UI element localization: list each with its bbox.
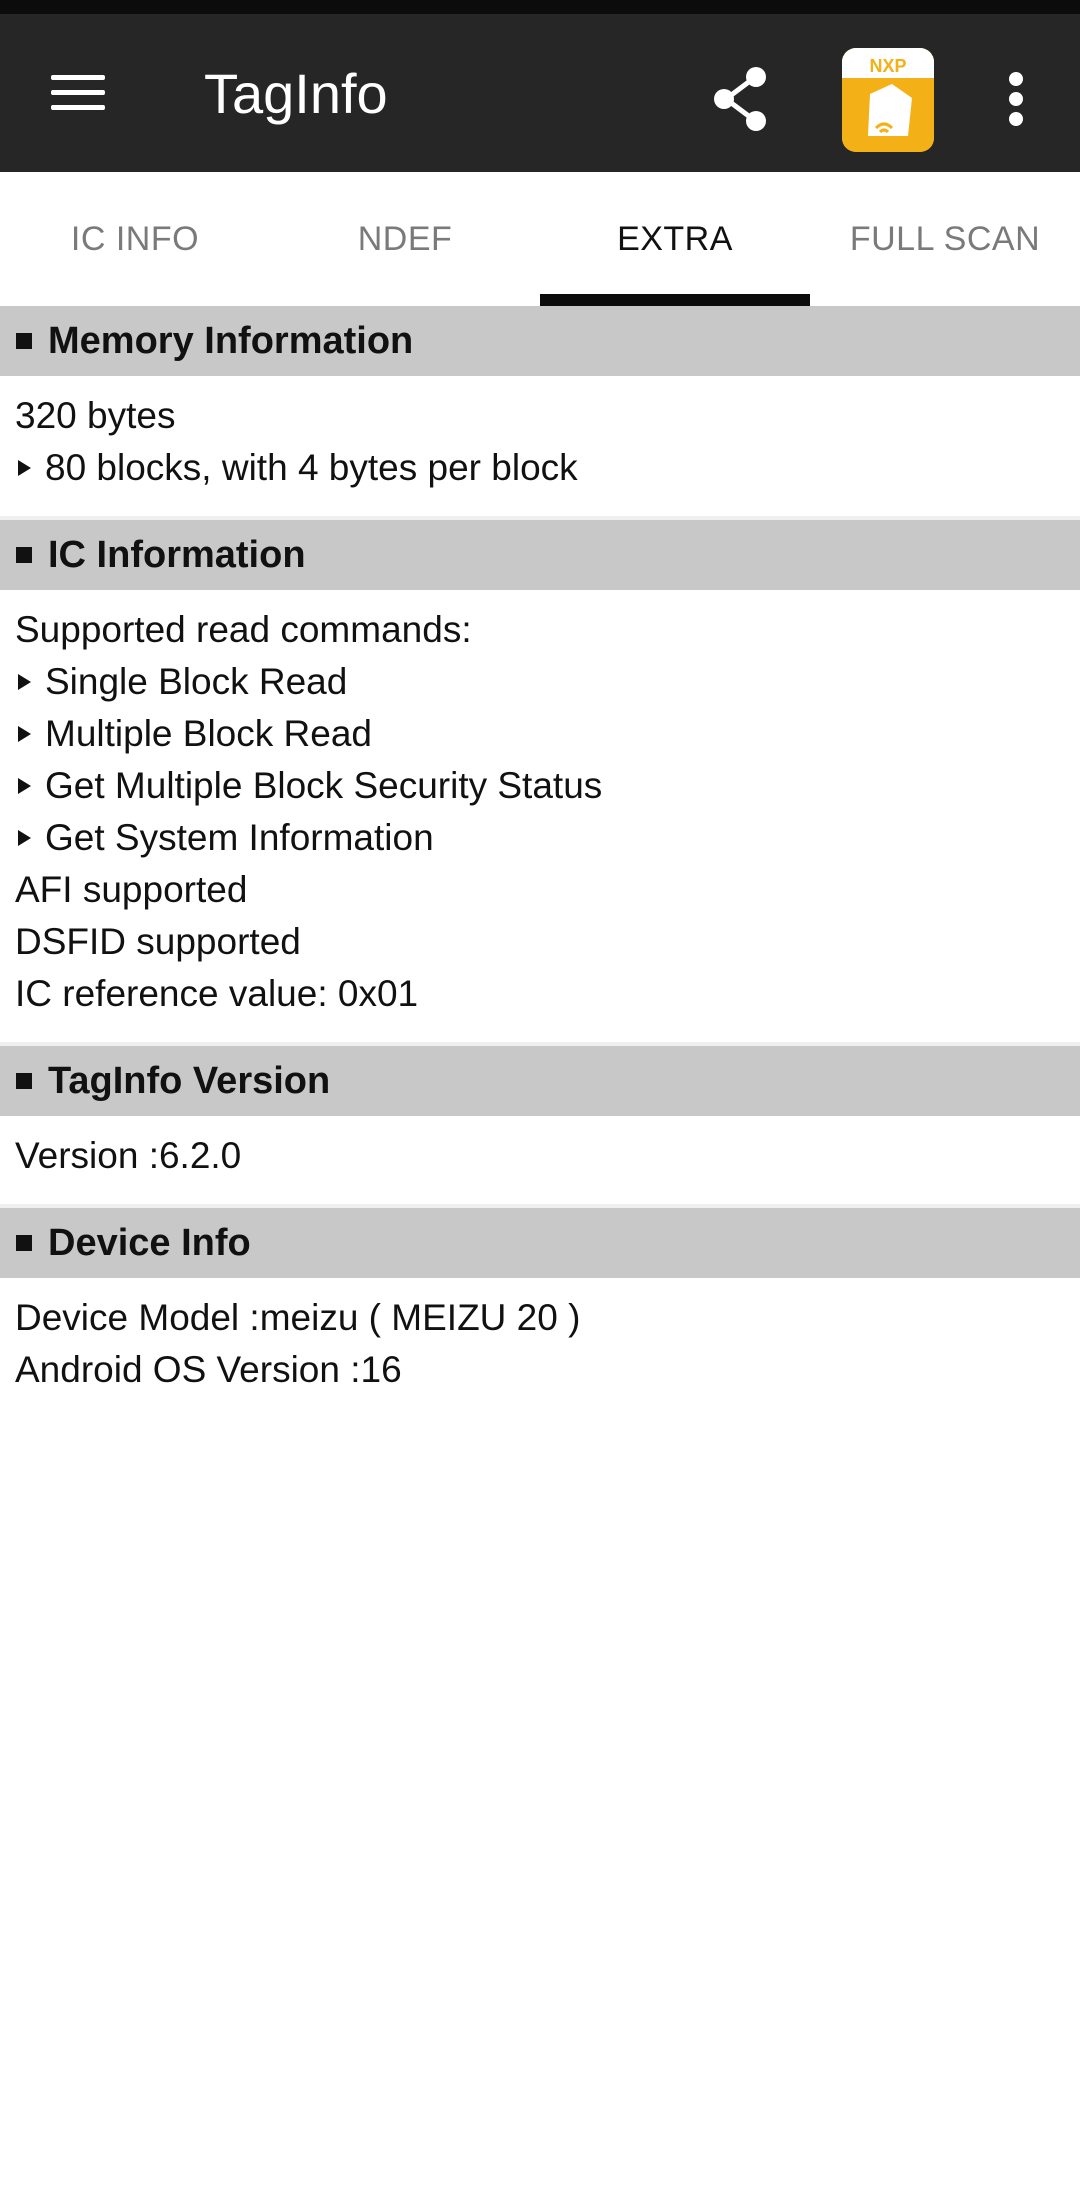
info-line: Get System Information — [15, 812, 1080, 864]
info-line: Device Model :meizu ( MEIZU 20 ) — [15, 1292, 1080, 1344]
triangle-bullet-icon — [18, 830, 31, 846]
tab-ndef[interactable]: NDEF — [270, 172, 540, 306]
info-text: IC reference value: 0x01 — [15, 973, 419, 1014]
extra-content: Memory Information 320 bytes 80 blocks, … — [0, 306, 1080, 1418]
info-text: Device Model :meizu ( MEIZU 20 ) — [15, 1297, 581, 1338]
info-text: Get System Information — [45, 817, 434, 858]
section-title: Memory Information — [48, 319, 414, 362]
info-text: Get Multiple Block Security Status — [45, 765, 603, 806]
info-text: DSFID supported — [15, 921, 301, 962]
app-bar: TagInfo NXP — [0, 14, 1080, 172]
more-options-button[interactable] — [998, 64, 1038, 134]
menu-button[interactable] — [42, 60, 114, 126]
info-line: Single Block Read — [15, 656, 1080, 708]
info-line: Get Multiple Block Security Status — [15, 760, 1080, 812]
section-body-memory: 320 bytes 80 blocks, with 4 bytes per bl… — [0, 376, 1080, 516]
nxp-logo-text: NXP — [869, 56, 906, 76]
info-text: 80 blocks, with 4 bytes per block — [45, 447, 578, 488]
hamburger-menu-icon — [51, 73, 105, 113]
share-button[interactable] — [706, 64, 776, 134]
triangle-bullet-icon — [18, 674, 31, 690]
tab-ic-info[interactable]: IC INFO — [0, 172, 270, 306]
info-text: Android OS Version :16 — [15, 1349, 402, 1390]
info-text: Multiple Block Read — [45, 713, 372, 754]
info-line: 320 bytes — [15, 390, 1080, 442]
section-body-ic-information: Supported read commands: Single Block Re… — [0, 590, 1080, 1042]
info-line: DSFID supported — [15, 916, 1080, 968]
status-bar — [0, 0, 1080, 14]
section-header-taginfo-version: TagInfo Version — [0, 1046, 1080, 1116]
info-line: IC reference value: 0x01 — [15, 968, 1080, 1020]
app-title: TagInfo — [204, 62, 388, 125]
square-bullet-icon — [16, 1073, 32, 1089]
info-text: AFI supported — [15, 869, 248, 910]
info-line: 80 blocks, with 4 bytes per block — [15, 442, 1080, 494]
info-text: 320 bytes — [15, 395, 176, 436]
section-title: Device Info — [48, 1221, 251, 1264]
info-text: Single Block Read — [45, 661, 348, 702]
triangle-bullet-icon — [18, 778, 31, 794]
info-line: Android OS Version :16 — [15, 1344, 1080, 1396]
triangle-bullet-icon — [18, 460, 31, 476]
info-text: Supported read commands: — [15, 609, 472, 650]
section-body-device-info: Device Model :meizu ( MEIZU 20 ) Android… — [0, 1278, 1080, 1418]
section-title: IC Information — [48, 533, 306, 576]
info-text: Version :6.2.0 — [15, 1135, 242, 1176]
info-line: Multiple Block Read — [15, 708, 1080, 760]
tab-bar: IC INFO NDEF EXTRA FULL SCAN — [0, 172, 1080, 306]
square-bullet-icon — [16, 547, 32, 563]
tab-full-scan[interactable]: FULL SCAN — [810, 172, 1080, 306]
nxp-taginfo-logo[interactable]: NXP — [842, 48, 934, 152]
section-header-device-info: Device Info — [0, 1208, 1080, 1278]
info-line: Supported read commands: — [15, 604, 1080, 656]
square-bullet-icon — [16, 1235, 32, 1251]
tab-extra[interactable]: EXTRA — [540, 172, 810, 306]
section-body-taginfo-version: Version :6.2.0 — [0, 1116, 1080, 1204]
square-bullet-icon — [16, 333, 32, 349]
info-line: Version :6.2.0 — [15, 1130, 1080, 1182]
section-title: TagInfo Version — [48, 1059, 331, 1102]
nxp-logo-icon: NXP — [842, 48, 934, 152]
more-vert-icon — [1009, 72, 1023, 86]
section-header-ic-information: IC Information — [0, 520, 1080, 590]
share-icon — [714, 67, 766, 131]
info-line: AFI supported — [15, 864, 1080, 916]
section-header-memory: Memory Information — [0, 306, 1080, 376]
triangle-bullet-icon — [18, 726, 31, 742]
